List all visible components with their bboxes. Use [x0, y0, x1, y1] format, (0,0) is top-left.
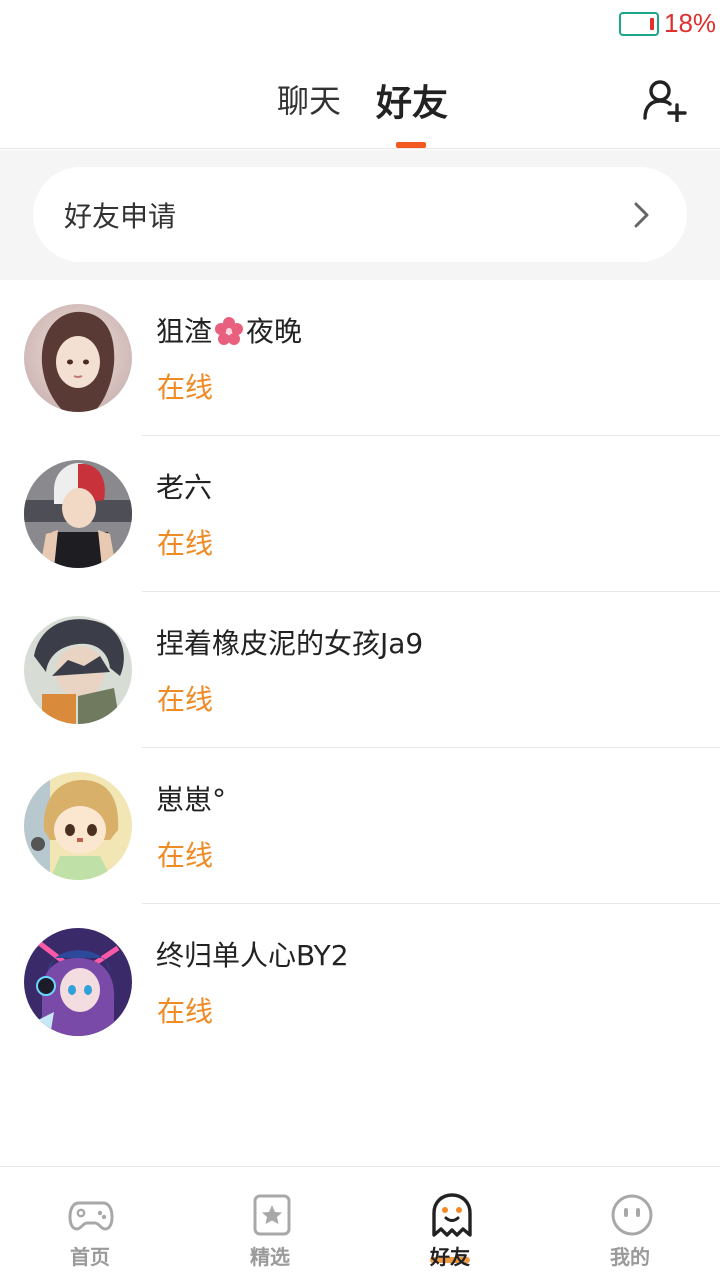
active-tab-indicator [396, 142, 426, 148]
nav-featured[interactable]: 精选 [180, 1167, 360, 1280]
battery-icon [619, 12, 659, 36]
bottom-nav: 首页 精选 好友 我的 [0, 1166, 720, 1280]
online-status: 在线 [157, 683, 214, 716]
online-status: 在线 [157, 839, 214, 872]
friend-name: 狙渣 夜晚 [156, 315, 303, 348]
nav-friends-label: 好友 [430, 1245, 470, 1269]
nav-friends[interactable]: 好友 [360, 1167, 540, 1280]
friend-name: 老六 [156, 471, 213, 504]
top-header: 聊天 好友 [0, 48, 720, 149]
friend-name: 崽崽° [156, 783, 227, 816]
online-status: 在线 [157, 527, 214, 560]
avatar [24, 772, 132, 880]
friend-request-section: 好友申请 [0, 150, 720, 280]
ghost-icon [432, 1193, 472, 1237]
friend-item[interactable]: 崽崽° 在线 [0, 748, 720, 904]
friend-item[interactable]: 狙渣 夜晚 在线 [0, 280, 720, 436]
status-bar: 18% [0, 0, 720, 48]
face-icon [611, 1194, 653, 1236]
tab-friends[interactable]: 好友 [376, 74, 448, 126]
friend-name: 终归单人心BY2 [156, 939, 349, 972]
avatar [24, 928, 132, 1036]
friend-name: 捏着橡皮泥的女孩Ja9 [156, 627, 424, 660]
gamepad-icon [68, 1201, 114, 1231]
online-status: 在线 [157, 371, 214, 404]
add-user-icon[interactable] [642, 78, 688, 122]
friend-item[interactable]: 老六 在线 [0, 436, 720, 592]
star-bookmark-icon [253, 1194, 291, 1236]
flower-emoji-icon [215, 317, 244, 345]
friend-item[interactable]: 终归单人心BY2 在线 [0, 904, 720, 1060]
friend-list: 狙渣 夜晚 在线 老六 在线 捏着橡皮泥的女孩Ja9 在线 崽崽° 在线 终归单… [0, 280, 720, 1060]
chevron-right-icon [634, 202, 649, 228]
nav-me-label: 我的 [610, 1245, 650, 1269]
tab-chat[interactable]: 聊天 [277, 76, 341, 122]
avatar [24, 460, 132, 568]
friend-request-button[interactable]: 好友申请 [33, 167, 687, 262]
avatar [24, 304, 132, 412]
online-status: 在线 [157, 995, 214, 1028]
friend-request-label: 好友申请 [64, 200, 177, 233]
friend-item[interactable]: 捏着橡皮泥的女孩Ja9 在线 [0, 592, 720, 748]
avatar [24, 616, 132, 724]
battery-percent: 18% [664, 8, 717, 38]
nav-home[interactable]: 首页 [0, 1167, 180, 1280]
nav-featured-label: 精选 [250, 1245, 290, 1269]
nav-home-label: 首页 [70, 1245, 110, 1269]
nav-me[interactable]: 我的 [540, 1167, 720, 1280]
